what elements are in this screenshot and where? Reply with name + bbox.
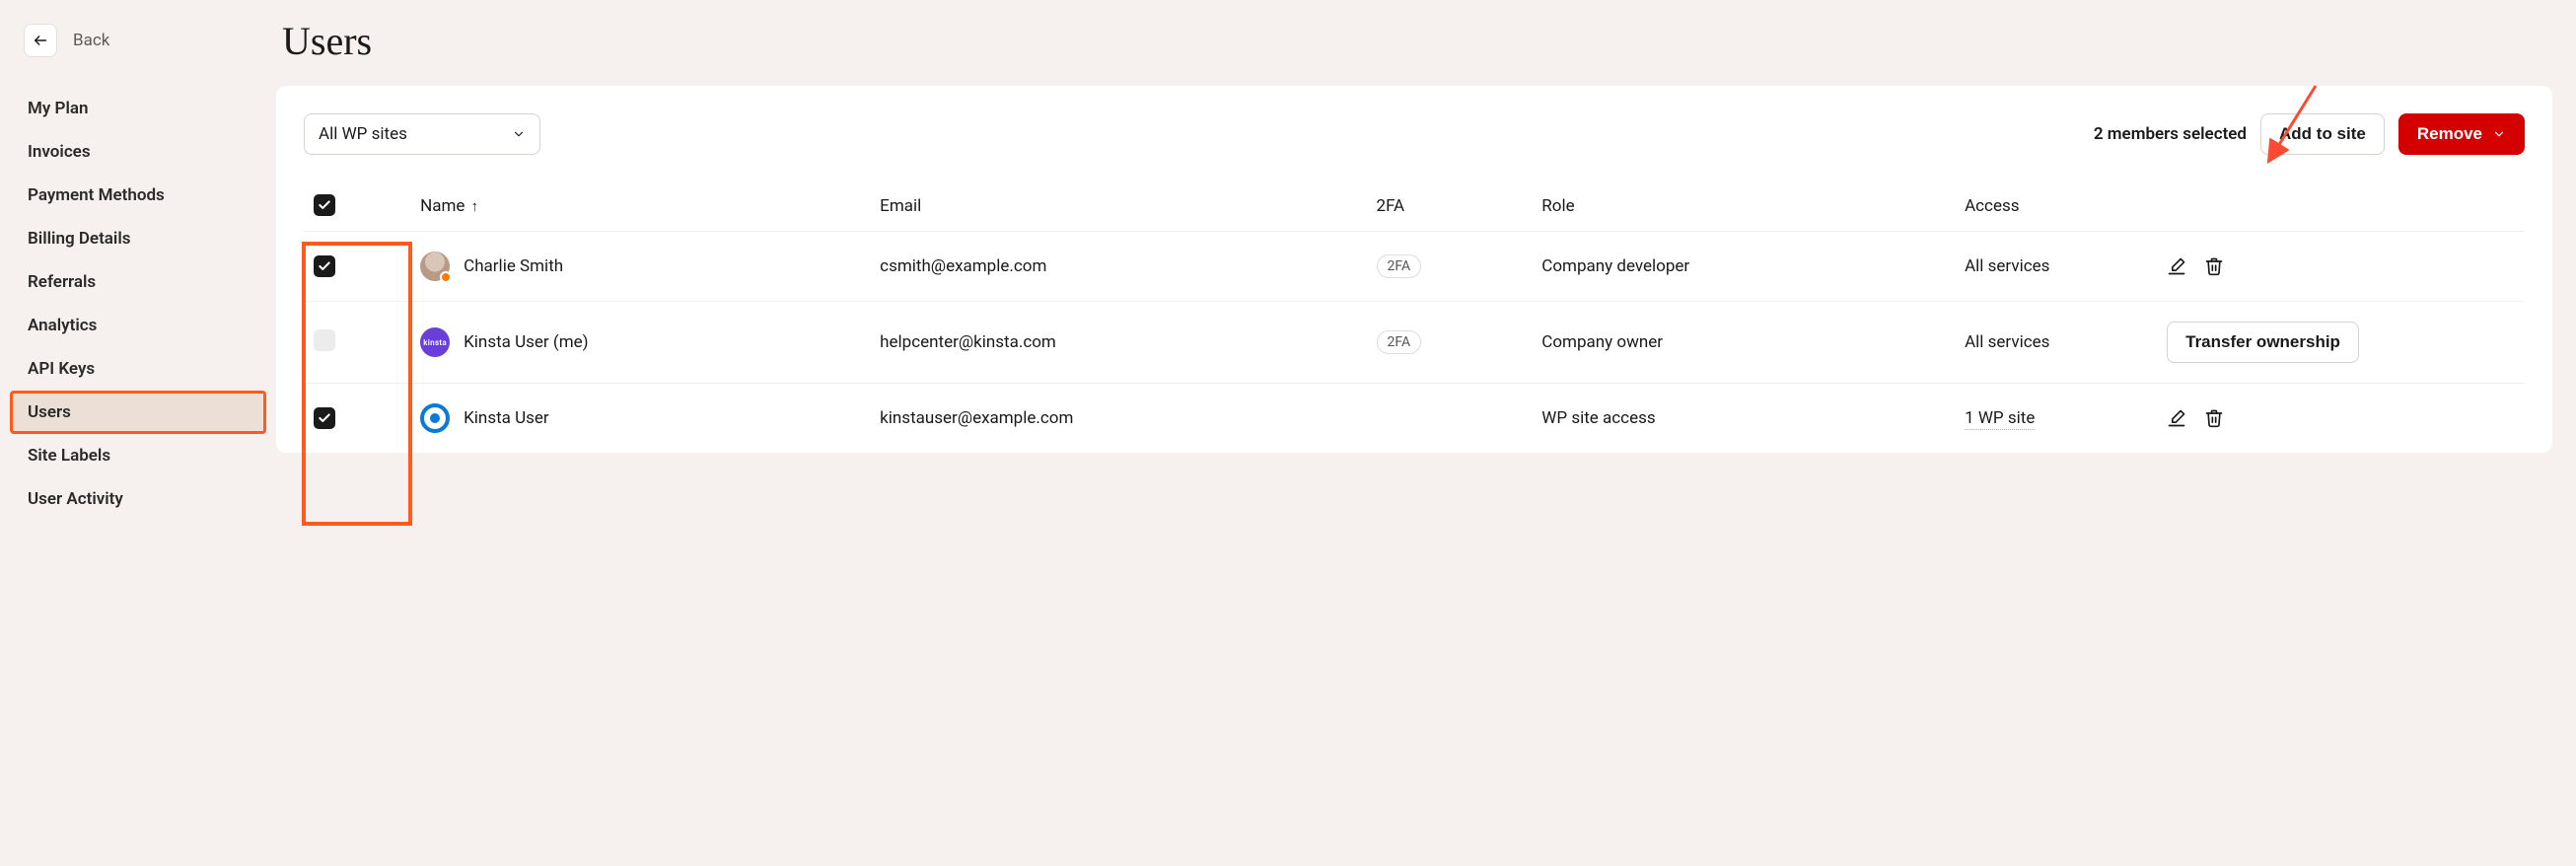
trash-icon[interactable]: [2204, 256, 2224, 276]
arrow-left-icon: [33, 33, 48, 48]
twofa-badge: 2FA: [1377, 254, 1422, 278]
col-2fa-header[interactable]: 2FA: [1377, 196, 1405, 216]
sidebar-item-api-keys[interactable]: API Keys: [10, 347, 266, 391]
edit-icon[interactable]: [2167, 408, 2186, 428]
users-table: Name ↑ Email 2FA Role Access Charlie Smit…: [304, 180, 2525, 453]
user-email: kinstauser@example.com: [870, 384, 1366, 454]
transfer-ownership-button[interactable]: Transfer ownership: [2167, 322, 2359, 363]
col-name-header[interactable]: Name: [420, 196, 465, 216]
site-filter-label: All WP sites: [319, 124, 407, 144]
sidebar-item-my-plan[interactable]: My Plan: [10, 87, 266, 130]
sidebar-item-users[interactable]: Users: [10, 391, 266, 434]
sidebar-item-referrals[interactable]: Referrals: [10, 260, 266, 304]
avatar: [420, 252, 450, 281]
user-email: csmith@example.com: [870, 232, 1366, 302]
twofa-badge: 2FA: [1377, 330, 1422, 354]
table-row: Charlie Smith csmith@example.com 2FA Compan…: [304, 232, 2525, 302]
row-checkbox[interactable]: [314, 329, 335, 351]
col-access-header[interactable]: Access: [1965, 196, 2019, 216]
add-to-site-label: Add to site: [2279, 124, 2366, 144]
user-access[interactable]: 1 WP site: [1965, 408, 2035, 430]
user-access: All services: [1965, 256, 2049, 276]
members-selected-text: 2 members selected: [2094, 124, 2247, 144]
users-card: All WP sites 2 members selected Add to s…: [276, 86, 2552, 453]
back-label: Back: [73, 31, 109, 50]
user-name: Charlie Smith: [464, 256, 563, 276]
toolbar: All WP sites 2 members selected Add to s…: [304, 113, 2525, 155]
user-role: Company owner: [1532, 302, 1955, 384]
back-button[interactable]: [24, 24, 57, 57]
user-role: Company developer: [1532, 232, 1955, 302]
user-name: Kinsta User (me): [464, 332, 588, 352]
main: Users All WP sites 2 members selected: [276, 0, 2576, 866]
chevron-down-icon: [2492, 127, 2506, 141]
row-checkbox[interactable]: [314, 407, 335, 429]
avatar: kinsta: [420, 327, 450, 357]
col-role-header[interactable]: Role: [1541, 196, 1574, 216]
site-filter-select[interactable]: All WP sites: [304, 113, 540, 155]
trash-icon[interactable]: [2204, 408, 2224, 428]
avatar-status-badge: [440, 271, 452, 283]
user-email: helpcenter@kinsta.com: [870, 302, 1366, 384]
user-name: Kinsta User: [464, 408, 549, 428]
sidebar-item-invoices[interactable]: Invoices: [10, 130, 266, 174]
user-role: WP site access: [1532, 384, 1955, 454]
sort-asc-icon: ↑: [470, 197, 478, 215]
sidebar-item-user-activity[interactable]: User Activity: [10, 477, 266, 521]
sidebar-nav: My PlanInvoicesPayment MethodsBilling De…: [0, 77, 276, 521]
sidebar-item-site-labels[interactable]: Site Labels: [10, 434, 266, 477]
avatar: [420, 403, 450, 433]
sidebar-item-billing-details[interactable]: Billing Details: [10, 217, 266, 260]
col-email-header[interactable]: Email: [880, 196, 921, 216]
row-checkbox[interactable]: [314, 255, 335, 277]
page-title: Users: [276, 0, 2552, 86]
select-all-checkbox[interactable]: [314, 194, 335, 216]
sidebar-item-payment-methods[interactable]: Payment Methods: [10, 174, 266, 217]
chevron-down-icon: [512, 127, 526, 141]
add-to-site-button[interactable]: Add to site: [2260, 113, 2385, 155]
remove-label: Remove: [2417, 124, 2482, 144]
sidebar: Back My PlanInvoicesPayment MethodsBilli…: [0, 0, 276, 866]
table-row: kinsta Kinsta User (me) helpcenter@kinsta.…: [304, 302, 2525, 384]
table-row: Kinsta User kinstauser@example.com WP site…: [304, 384, 2525, 454]
remove-button[interactable]: Remove: [2398, 113, 2525, 155]
edit-icon[interactable]: [2167, 256, 2186, 276]
user-access: All services: [1965, 332, 2049, 352]
sidebar-item-analytics[interactable]: Analytics: [10, 304, 266, 347]
